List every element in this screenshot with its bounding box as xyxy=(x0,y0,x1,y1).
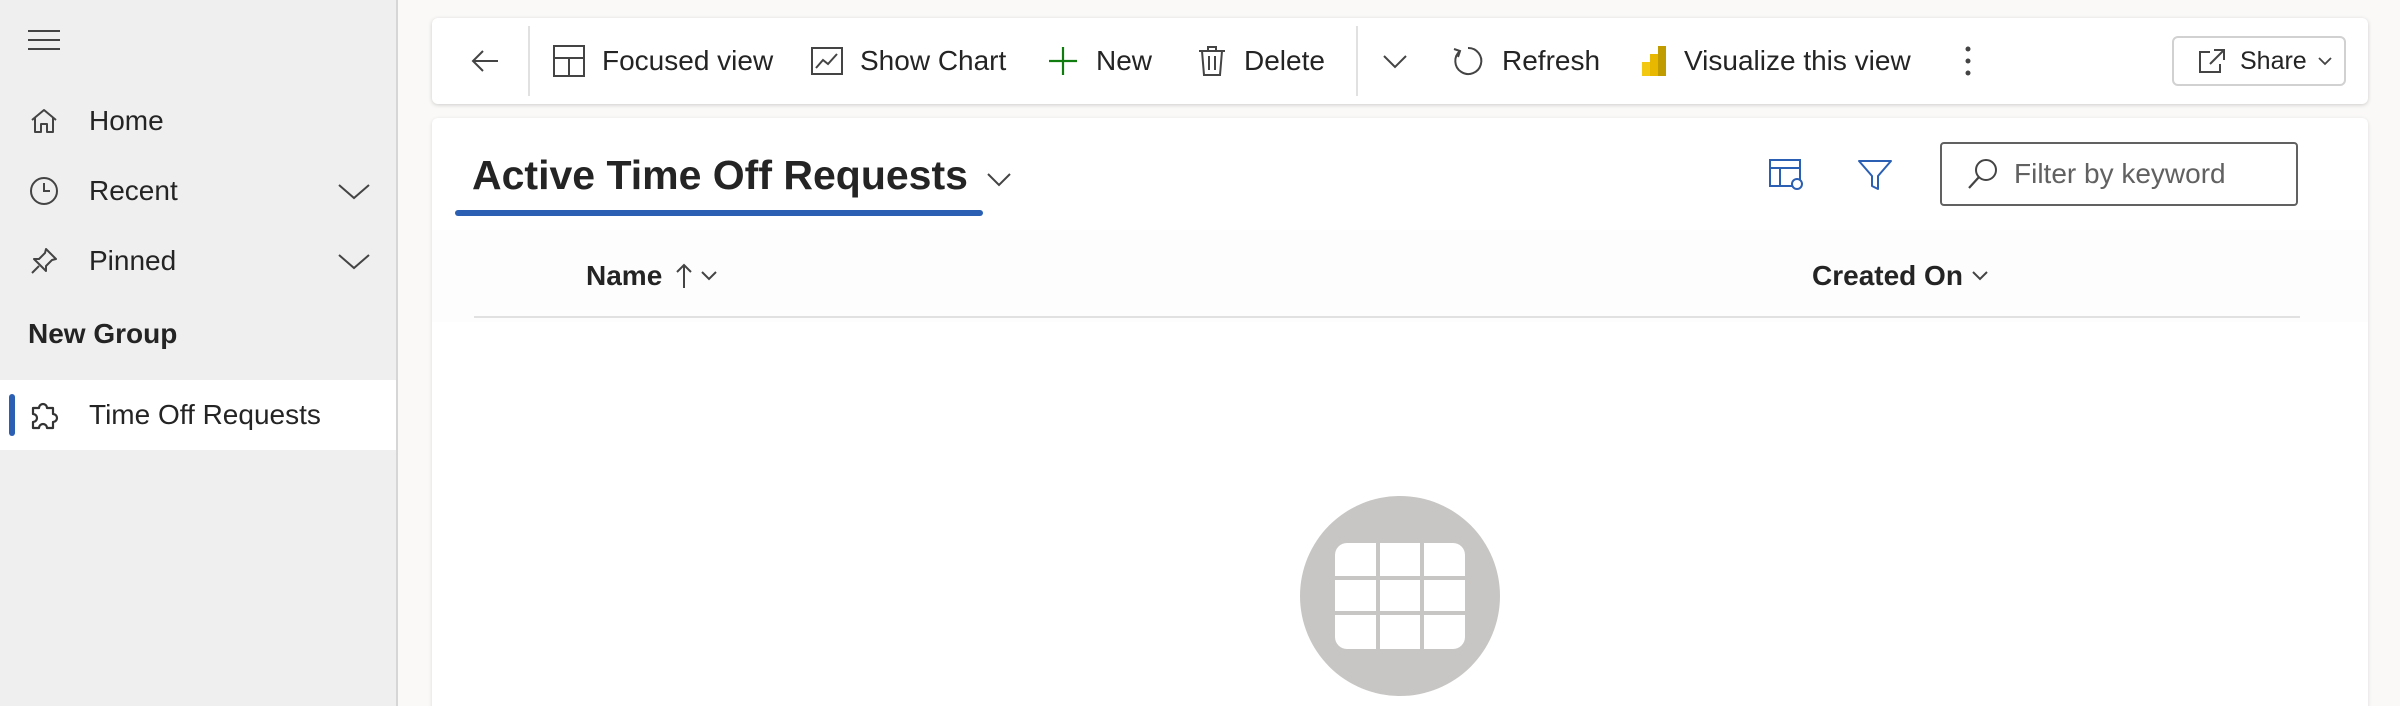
overflow-menu-button[interactable] xyxy=(1962,18,1990,104)
view-selector[interactable]: Active Time Off Requests xyxy=(472,152,1014,199)
chevron-down-icon[interactable] xyxy=(336,173,372,209)
focused-view-icon xyxy=(553,45,585,77)
share-label: Share xyxy=(2240,46,2307,75)
share-icon xyxy=(2199,49,2225,73)
grid-header xyxy=(432,230,2368,322)
column-header-created-on[interactable]: Created On xyxy=(1812,260,1989,292)
chevron-down-icon xyxy=(2318,57,2332,66)
show-chart-button[interactable]: Show Chart xyxy=(810,18,1006,104)
hamburger-menu-icon[interactable] xyxy=(28,30,60,54)
new-button[interactable]: New xyxy=(1046,18,1152,104)
sidebar-item-label: Home xyxy=(89,105,164,136)
sidebar-item-label: Recent xyxy=(89,175,178,206)
divider xyxy=(474,316,2300,318)
search-icon xyxy=(1968,159,1997,189)
view-title-underline xyxy=(455,210,983,216)
column-header-name[interactable]: Name xyxy=(586,260,718,292)
divider xyxy=(528,26,530,96)
more-vertical-icon xyxy=(1965,46,1971,76)
sidebar-group-title: New Group xyxy=(28,318,178,349)
divider xyxy=(1356,26,1358,96)
chevron-down-icon xyxy=(701,271,717,281)
arrow-left-icon xyxy=(471,50,498,72)
keyword-filter-field[interactable] xyxy=(1940,142,2298,206)
chart-icon xyxy=(811,47,843,75)
search-input[interactable] xyxy=(2014,158,2284,190)
empty-grid-icon xyxy=(1300,496,1500,696)
grid-panel: Active Time Off Requests Name Created On xyxy=(432,118,2368,706)
share-button[interactable]: Share xyxy=(2172,36,2346,86)
chevron-down-icon[interactable] xyxy=(336,243,372,279)
refresh-label: Refresh xyxy=(1502,45,1601,76)
chevron-down-icon xyxy=(987,172,1011,186)
trash-icon xyxy=(1199,46,1225,76)
power-bi-icon xyxy=(1642,46,1666,76)
plus-icon xyxy=(1049,47,1077,75)
visualize-label: Visualize this view xyxy=(1684,45,1911,76)
filter-icon[interactable] xyxy=(1856,156,1894,199)
refresh-button[interactable]: Refresh xyxy=(1450,18,1600,104)
sort-ascending-icon xyxy=(676,263,692,288)
delete-button[interactable]: Delete xyxy=(1196,18,1325,104)
more-commands-dropdown[interactable] xyxy=(1380,18,1426,104)
refresh-icon xyxy=(1453,46,1483,75)
chevron-down-icon xyxy=(1972,271,1988,281)
command-bar: Focused view Show Chart New Delete Refre… xyxy=(432,18,2368,104)
sidebar-item-time-off-requests[interactable]: Time Off Requests xyxy=(0,380,396,450)
focused-view-label: Focused view xyxy=(602,45,774,76)
pin-icon xyxy=(26,243,62,279)
sidebar: Home Recent Pinned New Group Time Off Re… xyxy=(0,0,398,706)
chevron-down-icon xyxy=(1383,55,1407,69)
new-label: New xyxy=(1096,45,1153,76)
show-chart-label: Show Chart xyxy=(860,45,1007,76)
home-icon xyxy=(26,103,62,139)
sidebar-item-pinned[interactable]: Pinned xyxy=(0,226,396,296)
clock-icon xyxy=(26,173,62,209)
puzzle-icon xyxy=(26,397,62,433)
visualize-button[interactable]: Visualize this view xyxy=(1640,18,1911,104)
focused-view-button[interactable]: Focused view xyxy=(552,18,773,104)
edit-columns-icon[interactable] xyxy=(1768,156,1806,199)
delete-label: Delete xyxy=(1244,45,1325,76)
sidebar-item-label: Time Off Requests xyxy=(89,399,321,430)
sidebar-item-recent[interactable]: Recent xyxy=(0,156,396,226)
column-label: Name xyxy=(586,260,663,291)
sidebar-item-home[interactable]: Home xyxy=(0,86,396,156)
selection-indicator xyxy=(9,394,15,436)
page-title: Active Time Off Requests xyxy=(472,152,968,198)
sidebar-item-label: Pinned xyxy=(89,245,177,276)
column-label: Created On xyxy=(1812,260,1963,291)
back-button[interactable] xyxy=(468,18,520,104)
